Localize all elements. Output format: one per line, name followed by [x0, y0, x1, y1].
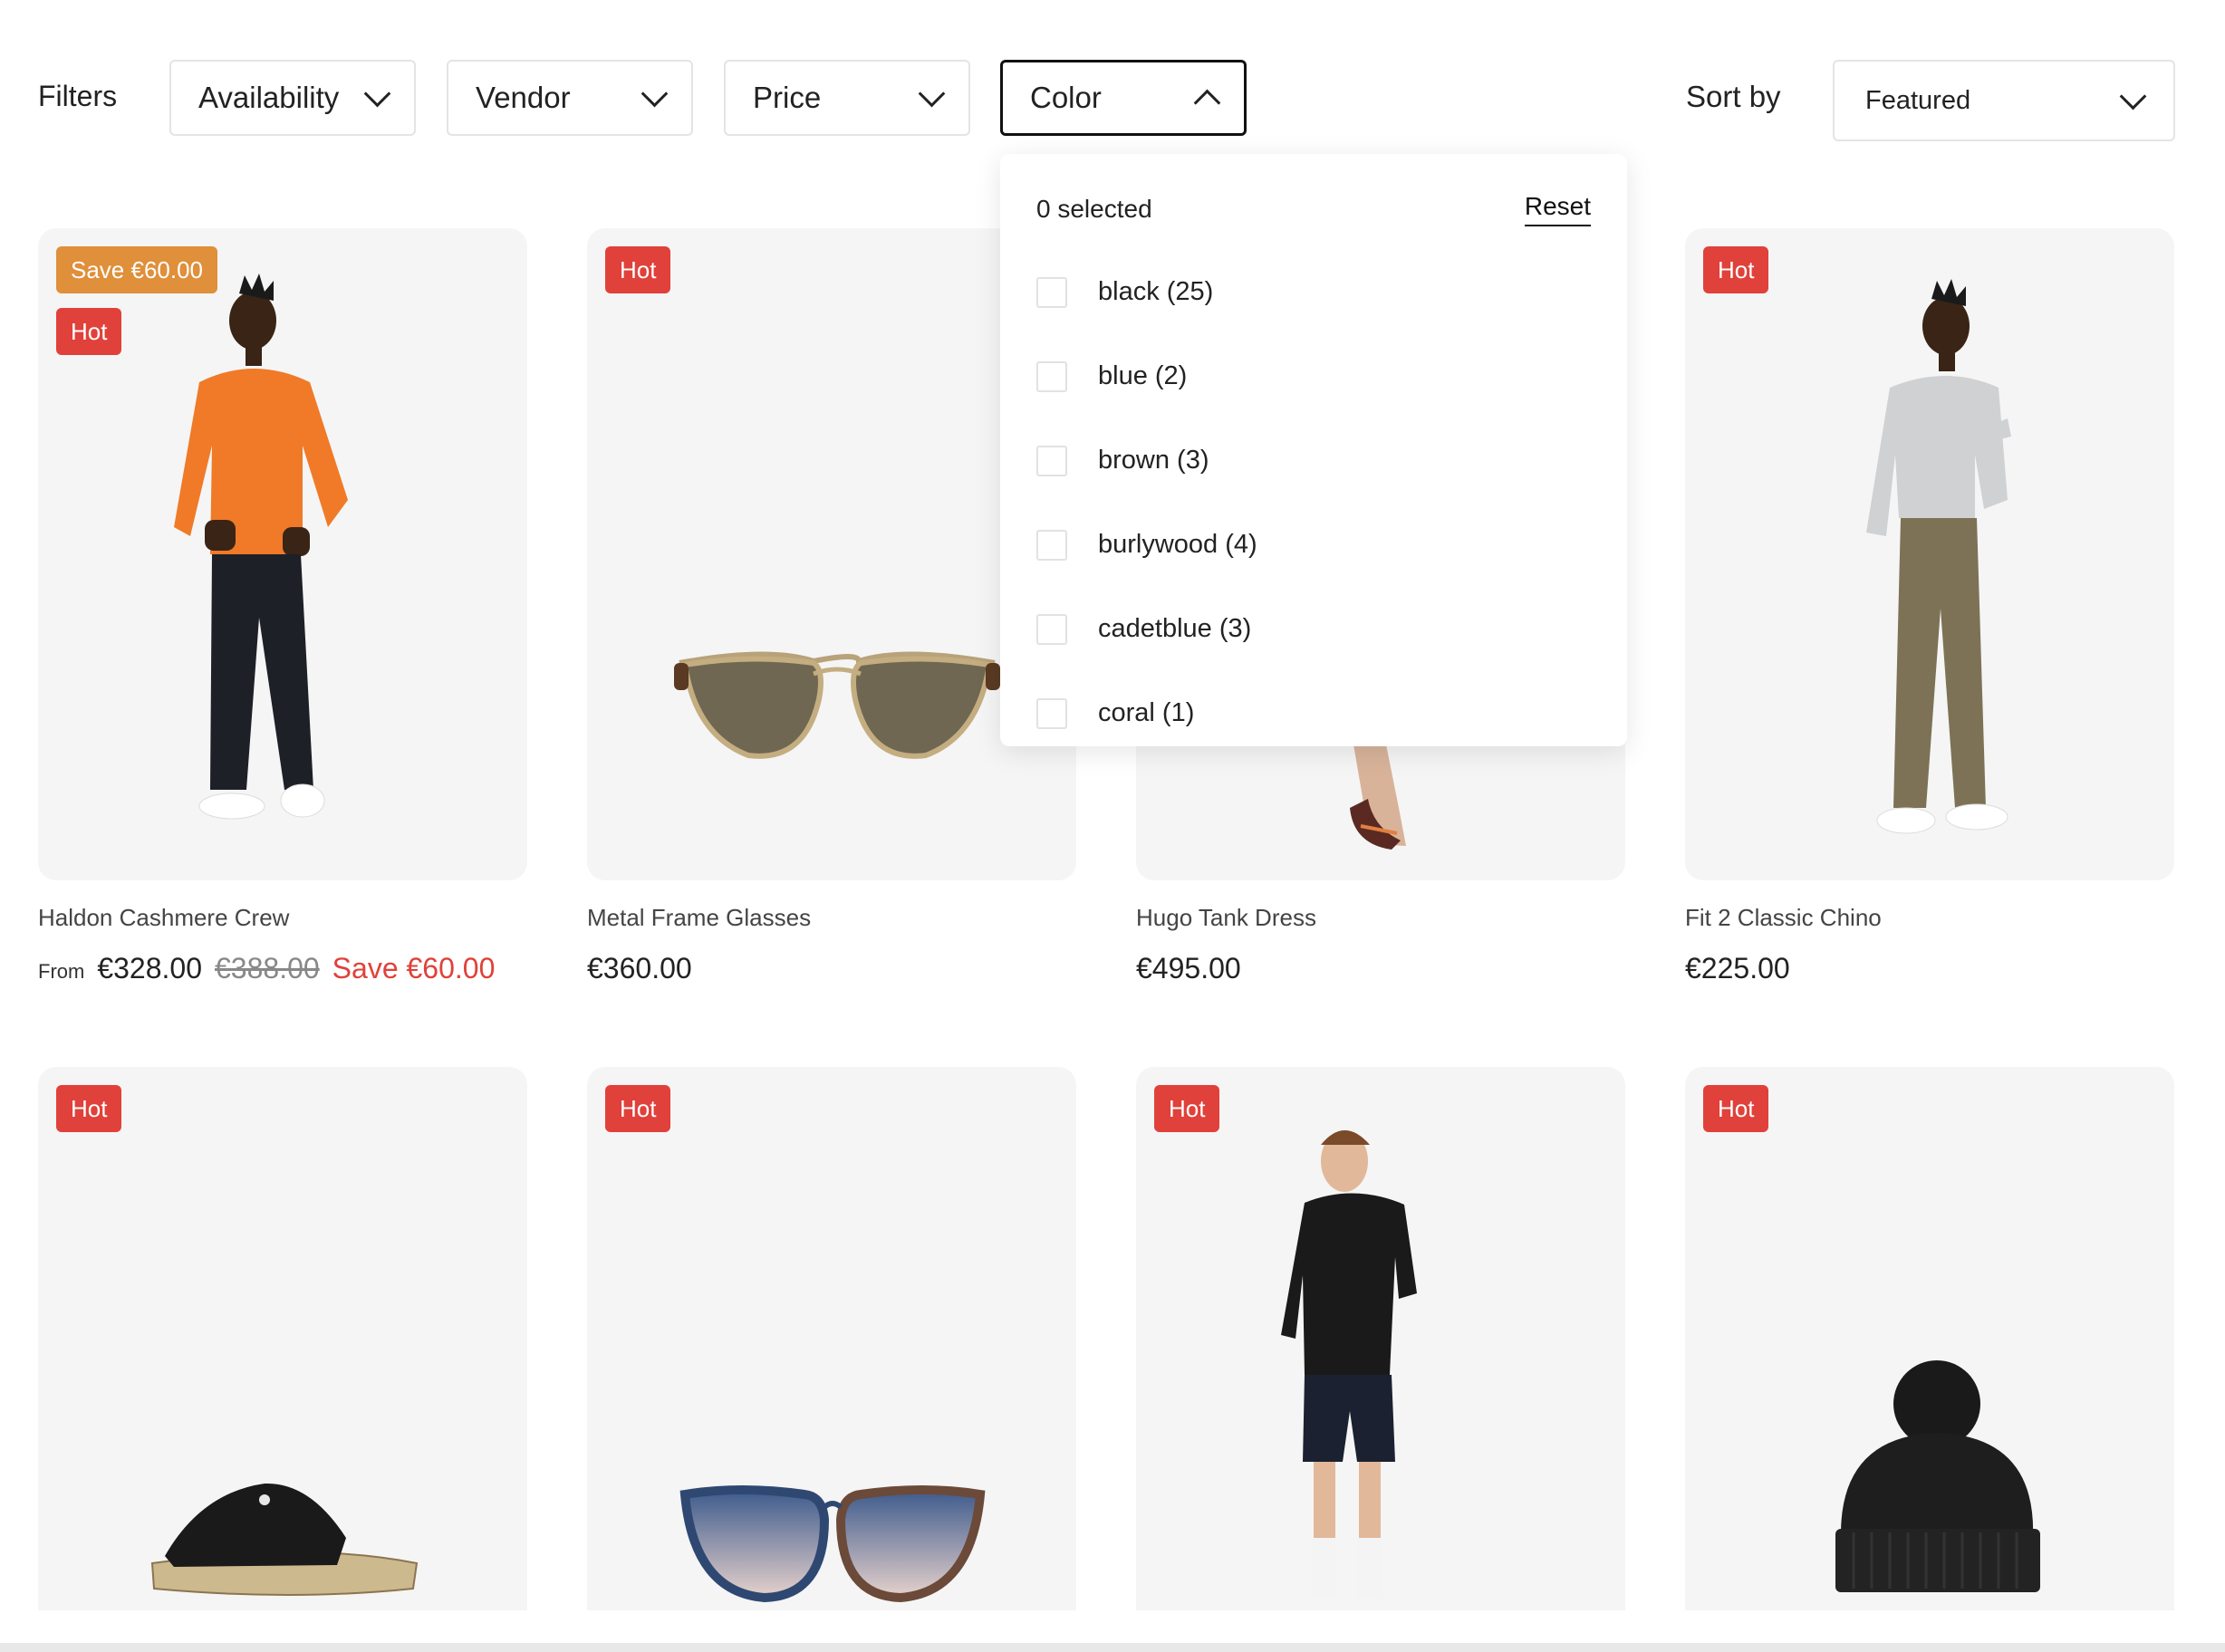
color-option-blue[interactable]: blue (2) — [1036, 334, 1591, 418]
product-card[interactable]: Save €60.00 Hot Haldon Cashmere Crew Fro… — [38, 228, 527, 985]
color-filter-button[interactable]: Color — [1000, 60, 1247, 136]
chevron-up-icon — [1193, 89, 1221, 116]
product-title[interactable]: Fit 2 Classic Chino — [1685, 904, 2174, 932]
chevron-down-icon — [363, 80, 391, 107]
hot-badge: Hot — [605, 246, 671, 293]
reset-link[interactable]: Reset — [1524, 192, 1591, 226]
hot-badge: Hot — [1703, 246, 1769, 293]
availability-filter-button[interactable]: Availability — [169, 60, 416, 136]
color-option-burlywood[interactable]: burlywood (4) — [1036, 503, 1591, 587]
color-filter-dropdown: 0 selected Reset black (25) blue (2) bro… — [1000, 154, 1627, 746]
product-title[interactable]: Metal Frame Glasses — [587, 904, 1076, 932]
color-option-cadetblue[interactable]: cadetblue (3) — [1036, 587, 1591, 671]
product-card[interactable]: Hot — [1136, 1067, 1625, 1610]
filters-label: Filters — [38, 80, 118, 112]
option-label: coral (1) — [1098, 698, 1195, 727]
color-option-coral[interactable]: coral (1) — [1036, 671, 1591, 755]
product-image[interactable]: Hot — [38, 1067, 527, 1610]
option-label: burlywood (4) — [1098, 530, 1257, 559]
hot-badge: Hot — [605, 1085, 671, 1132]
save-badge: Save €60.00 — [56, 246, 218, 293]
product-price: €225.00 — [1685, 952, 1790, 984]
product-card[interactable]: Hot — [38, 1067, 527, 1610]
polo-model-illustration — [1281, 1130, 1417, 1598]
availability-label: Availability — [198, 81, 340, 114]
chevron-down-icon — [641, 80, 669, 107]
product-title[interactable]: Haldon Cashmere Crew — [38, 904, 527, 932]
product-title[interactable]: Hugo Tank Dress — [1136, 904, 1625, 932]
price-row: €360.00 — [587, 952, 1076, 985]
chino-model-illustration — [1866, 279, 2011, 834]
checkbox[interactable] — [1036, 276, 1067, 308]
vendor-label: Vendor — [476, 81, 571, 114]
product-card[interactable]: Hot Fit 2 Classic Chino €225.00 — [1685, 228, 2174, 985]
product-card[interactable]: Hot — [587, 1067, 1076, 1610]
checkbox[interactable] — [1036, 613, 1067, 645]
option-label: brown (3) — [1098, 446, 1209, 475]
sort-value: Featured — [1865, 85, 1971, 115]
horizontal-scrollbar[interactable] — [0, 1643, 2225, 1652]
hot-badge: Hot — [1154, 1085, 1220, 1132]
product-price: €328.00 — [97, 952, 202, 984]
product-image[interactable]: Hot — [587, 1067, 1076, 1610]
price-row: €495.00 — [1136, 952, 1625, 985]
color-option-black[interactable]: black (25) — [1036, 250, 1591, 334]
compare-price: €388.00 — [215, 952, 320, 984]
price-filter-button[interactable]: Price — [724, 60, 970, 136]
hot-badge: Hot — [56, 308, 122, 355]
selected-count: 0 selected — [1036, 195, 1152, 223]
sort-by-label: Sort by — [1686, 80, 1781, 113]
checkbox[interactable] — [1036, 445, 1067, 476]
hot-badge: Hot — [56, 1085, 122, 1132]
sort-select[interactable]: Featured — [1833, 60, 2175, 141]
from-label: From — [38, 960, 85, 983]
option-label: cadetblue (3) — [1098, 614, 1252, 643]
checkbox[interactable] — [1036, 360, 1067, 392]
color-label: Color — [1030, 81, 1102, 114]
option-label: blue (2) — [1098, 361, 1188, 390]
product-image[interactable]: Hot — [1685, 228, 2174, 880]
product-price: €360.00 — [587, 952, 692, 984]
checkbox[interactable] — [1036, 697, 1067, 729]
price-row: €225.00 — [1685, 952, 2174, 985]
product-image[interactable]: Save €60.00 Hot — [38, 228, 527, 880]
color-option-brown[interactable]: brown (3) — [1036, 418, 1591, 503]
round-sunglasses-illustration — [679, 1485, 986, 1603]
dropdown-header: 0 selected Reset — [1036, 154, 1591, 250]
beanie-illustration — [1835, 1360, 2040, 1592]
hot-badge: Hot — [1703, 1085, 1769, 1132]
price-row: From €328.00 €388.00 Save €60.00 — [38, 952, 527, 985]
chevron-down-icon — [918, 80, 946, 107]
vendor-filter-button[interactable]: Vendor — [447, 60, 693, 136]
option-label: black (25) — [1098, 277, 1214, 306]
sandal-illustration — [150, 1483, 419, 1596]
chevron-down-icon — [2119, 82, 2147, 110]
product-image[interactable]: Hot — [1136, 1067, 1625, 1610]
product-image[interactable]: Hot — [1685, 1067, 2174, 1610]
save-amount: Save €60.00 — [332, 952, 496, 984]
price-label: Price — [753, 81, 822, 114]
product-card[interactable]: Hot — [1685, 1067, 2174, 1610]
checkbox[interactable] — [1036, 529, 1067, 561]
product-price: €495.00 — [1136, 952, 1241, 984]
